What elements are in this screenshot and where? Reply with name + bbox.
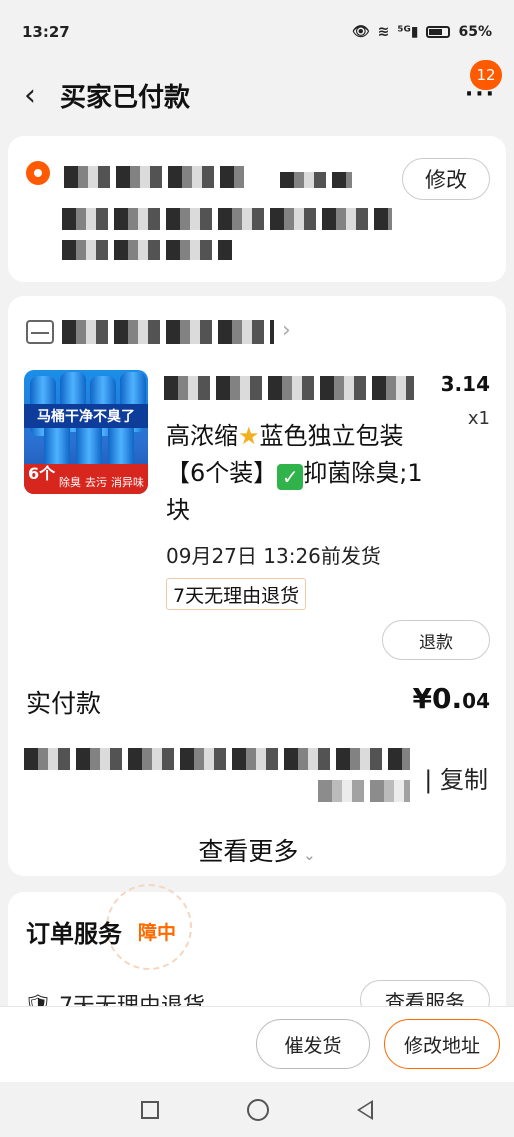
eye-icon: 👁 [351, 24, 370, 40]
chevron-down-icon: ⌄ [298, 846, 316, 864]
status-time: 13:27 [22, 23, 70, 41]
product-image-banner: 马桶干净不臭了 [24, 404, 148, 428]
address-card[interactable]: 修改 [8, 136, 506, 282]
edit-address-button[interactable]: 修改 [402, 158, 490, 200]
chevron-left-icon: ‹ [24, 77, 36, 113]
check-icon: ✓ [277, 464, 304, 490]
status-bar: 13:27 👁 ≋ ⁵ᴳ▮ 65% [0, 0, 514, 64]
redacted-recipient-name [64, 166, 244, 188]
paid-amount: ¥0.04 [412, 682, 490, 715]
status-icons: 👁 ≋ ⁵ᴳ▮ 65% [352, 24, 492, 40]
product-title[interactable]: 高浓缩★蓝色独立包装【6个装】 ✓ 抑菌除臭;1块 [166, 418, 436, 529]
redacted-product-name-line [164, 376, 414, 400]
order-service-card: 订单服务 障中 🛡 7天无理由退货 查看服务 [8, 884, 506, 1022]
battery-icon [426, 26, 451, 38]
chevron-right-icon[interactable]: › [282, 318, 291, 343]
signal-5g-icon: ⁵ᴳ▮ [397, 24, 419, 40]
view-more-button[interactable]: 查看更多 ⌄ [8, 832, 506, 868]
order-service-title: 订单服务 [26, 920, 122, 948]
redacted-recipient-phone [280, 172, 352, 188]
bottom-action-bar: 催发货 修改地址 [0, 1006, 514, 1082]
redacted-order-number [24, 748, 410, 770]
product-quantity: x1 [467, 408, 490, 429]
home-icon[interactable] [247, 1098, 269, 1121]
shop-icon [26, 320, 54, 344]
redacted-order-number-2 [318, 780, 410, 802]
message-badge[interactable]: 12 [470, 60, 502, 90]
order-card: › 马桶干净不臭了 除臭 去污 消异味 6个 3.14 x1 高浓缩★蓝色独立包… [8, 296, 506, 876]
location-pin-icon [26, 161, 50, 185]
page-title: 买家已付款 [60, 82, 191, 113]
product-price: 3.14 [440, 372, 490, 396]
product-image[interactable]: 马桶干净不臭了 除臭 去污 消异味 6个 [24, 370, 148, 494]
product-image-count: 6个 [28, 464, 56, 483]
back-button[interactable]: ‹ [0, 64, 60, 126]
star-icon: ★ [238, 422, 260, 450]
battery-level: 65% [458, 24, 492, 40]
wifi-icon: ≋ [377, 24, 390, 40]
refund-button[interactable]: 退款 [382, 620, 490, 660]
return-policy-tag: 7天无理由退货 [166, 578, 307, 610]
redacted-address-line-1 [62, 208, 392, 230]
redacted-shop-name[interactable] [62, 320, 274, 344]
system-nav-bar [0, 1082, 514, 1137]
nav-bar: ‹ 买家已付款 ··· 12 [0, 60, 514, 126]
guarantee-status: 障中 [138, 922, 177, 944]
change-address-button[interactable]: 修改地址 [384, 1019, 500, 1069]
paid-amount-label: 实付款 [26, 689, 102, 718]
back-triangle-icon[interactable] [357, 1099, 373, 1120]
copy-order-number-button[interactable]: | 复制 [424, 760, 488, 795]
recents-icon[interactable] [141, 1100, 159, 1119]
urge-shipping-button[interactable]: 催发货 [256, 1019, 370, 1069]
redacted-address-line-2 [62, 240, 232, 260]
ship-deadline: 09月27日 13:26前发货 [166, 544, 381, 568]
